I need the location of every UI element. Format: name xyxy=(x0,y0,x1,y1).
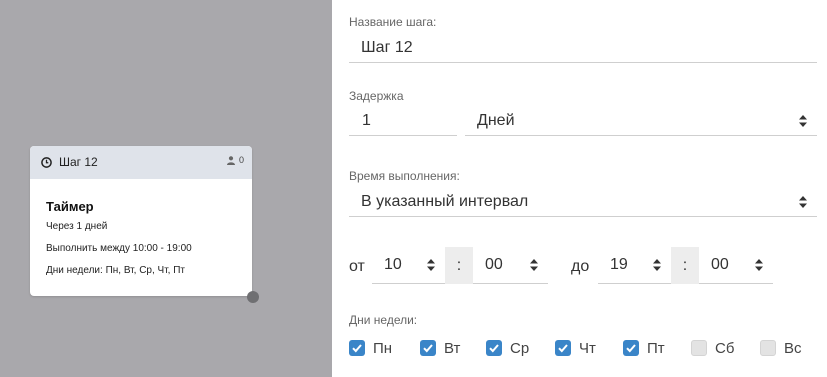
to-hour-select[interactable]: 19 xyxy=(598,250,671,284)
clock-icon xyxy=(41,157,52,168)
weekday-label: Сб xyxy=(715,340,735,357)
step-settings-panel: Название шага: Шаг 12 Задержка 1 Дней Вр… xyxy=(332,0,827,377)
from-hour-select[interactable]: 10 xyxy=(372,250,445,284)
time-separator: : xyxy=(445,247,473,284)
from-hour-value: 10 xyxy=(384,256,402,273)
exec-time-select[interactable]: В указанный интервал xyxy=(349,187,817,217)
check-icon xyxy=(352,344,362,353)
to-minute-select[interactable]: 00 xyxy=(699,250,773,284)
to-label: до xyxy=(571,258,590,275)
checkbox-checked[interactable] xyxy=(420,340,436,356)
node-connector-handle[interactable] xyxy=(247,291,259,303)
user-count: 0 xyxy=(239,155,245,165)
time-separator: : xyxy=(671,247,699,284)
checkbox-unchecked[interactable] xyxy=(760,340,776,356)
step-node-heading: Таймер xyxy=(46,199,94,214)
from-minute-select[interactable]: 00 xyxy=(473,250,548,284)
select-arrows-icon xyxy=(530,259,538,271)
checkbox-checked[interactable] xyxy=(623,340,639,356)
step-node[interactable]: Шаг 12 0 Таймер Через 1 дней Выполнить м… xyxy=(30,146,252,296)
weekdays-label: Дни недели: xyxy=(349,313,418,327)
checkbox-checked[interactable] xyxy=(486,340,502,356)
to-hour-value: 19 xyxy=(610,256,628,273)
check-icon xyxy=(489,344,499,353)
step-node-title: Шаг 12 xyxy=(59,155,98,169)
delay-value: 1 xyxy=(362,112,371,129)
checkbox-unchecked[interactable] xyxy=(691,340,707,356)
weekday-label: Пн xyxy=(373,340,393,357)
from-minute-value: 00 xyxy=(485,256,503,273)
weekday-label: Вс xyxy=(784,340,802,357)
from-label: от xyxy=(349,258,365,275)
select-arrows-icon xyxy=(799,196,807,208)
weekday-label: Вт xyxy=(444,340,461,357)
checkbox-checked[interactable] xyxy=(555,340,571,356)
exec-time-label: Время выполнения: xyxy=(349,169,460,183)
step-name-value: Шаг 12 xyxy=(361,39,413,56)
flow-canvas[interactable]: Шаг 12 0 Таймер Через 1 дней Выполнить м… xyxy=(0,0,332,377)
weekday-label: Пт xyxy=(647,340,665,357)
weekday-label: Ср xyxy=(510,340,530,357)
step-node-body: Таймер Через 1 дней Выполнить между 10:0… xyxy=(46,199,192,286)
check-icon xyxy=(423,344,433,353)
step-node-line: Дни недели: Пн, Вт, Ср, Чт, Пт xyxy=(46,265,185,276)
exec-time-value: В указанный интервал xyxy=(361,193,529,210)
user-icon xyxy=(227,156,235,165)
select-arrows-icon xyxy=(755,259,763,271)
to-minute-value: 00 xyxy=(711,256,729,273)
select-arrows-icon xyxy=(653,259,661,271)
step-name-label: Название шага: xyxy=(349,15,437,29)
step-node-line: Через 1 дней xyxy=(46,221,108,232)
step-name-input[interactable]: Шаг 12 xyxy=(349,33,817,63)
check-icon xyxy=(558,344,568,353)
step-node-header: Шаг 12 0 xyxy=(30,146,252,179)
delay-input[interactable]: 1 xyxy=(349,106,457,136)
delay-unit-select[interactable]: Дней xyxy=(465,106,817,136)
step-node-line: Выполнить между 10:00 - 19:00 xyxy=(46,243,192,254)
select-arrows-icon xyxy=(799,115,807,127)
delay-label: Задержка xyxy=(349,89,404,103)
check-icon xyxy=(626,344,636,353)
select-arrows-icon xyxy=(427,259,435,271)
delay-unit-value: Дней xyxy=(477,112,515,129)
weekday-label: Чт xyxy=(579,340,596,357)
checkbox-checked[interactable] xyxy=(349,340,365,356)
